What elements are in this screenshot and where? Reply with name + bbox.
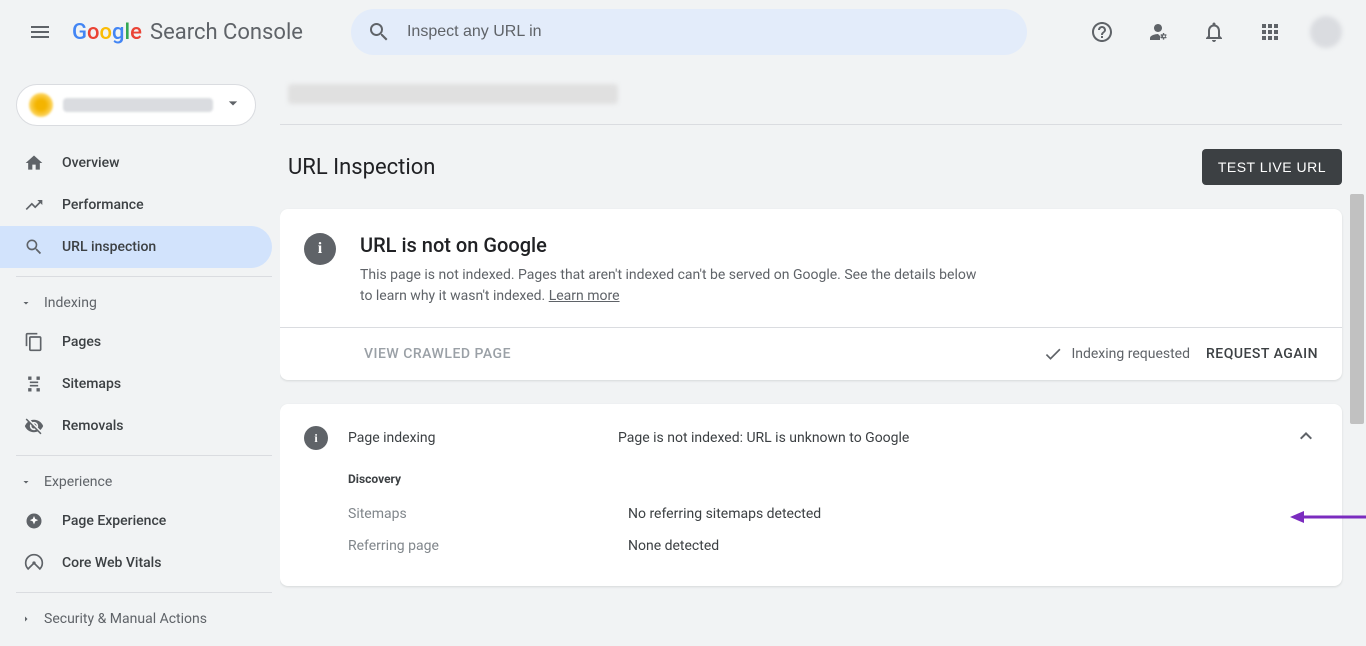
nav-label: Overview xyxy=(62,155,119,171)
search-icon xyxy=(367,20,391,44)
apps-icon xyxy=(1258,20,1282,44)
section-label: Page indexing xyxy=(348,430,598,446)
divider xyxy=(16,592,272,593)
sidebar-item-performance[interactable]: Performance xyxy=(0,184,272,226)
nav-label: Performance xyxy=(62,197,144,213)
nav-label: Page Experience xyxy=(62,513,166,529)
sidebar-section-security[interactable]: Security & Manual Actions xyxy=(0,601,272,637)
info-icon: i xyxy=(304,233,336,265)
sitemaps-row: Sitemaps No referring sitemaps detected xyxy=(348,506,1318,522)
discovery-details: Discovery Sitemaps No referring sitemaps… xyxy=(280,472,1342,586)
svg-text:Google: Google xyxy=(72,20,142,44)
search-icon xyxy=(24,237,44,257)
chevron-down-icon xyxy=(20,297,32,309)
status-title: URL is not on Google xyxy=(360,233,980,257)
info-icon: i xyxy=(304,426,328,450)
property-name-redacted xyxy=(63,98,213,112)
google-logo-icon: Google xyxy=(72,20,146,44)
search-bar[interactable] xyxy=(351,9,1027,55)
account-button[interactable] xyxy=(1302,8,1350,56)
page-indexing-header[interactable]: i Page indexing Page is not indexed: URL… xyxy=(280,404,1342,472)
nav-label: Core Web Vitals xyxy=(62,555,161,571)
sidebar-item-core-web-vitals[interactable]: Core Web Vitals xyxy=(0,542,272,584)
sidebar-item-page-experience[interactable]: Page Experience xyxy=(0,500,272,542)
status-card: i URL is not on Google This page is not … xyxy=(280,209,1342,380)
sitemap-icon xyxy=(24,374,44,394)
sidebar-section-indexing[interactable]: Indexing xyxy=(0,285,272,321)
logo[interactable]: Google Search Console xyxy=(72,20,303,45)
request-again-button[interactable]: REQUEST AGAIN xyxy=(1206,346,1318,362)
chevron-down-icon xyxy=(20,476,32,488)
sidebar-item-sitemaps[interactable]: Sitemaps xyxy=(0,363,272,405)
app-name: Search Console xyxy=(150,20,303,45)
avatar xyxy=(1310,16,1342,48)
scrollbar-thumb[interactable] xyxy=(1350,194,1364,424)
sidebar-section-experience[interactable]: Experience xyxy=(0,464,272,500)
detail-label: Referring page xyxy=(348,538,628,554)
collapse-button[interactable] xyxy=(1294,424,1318,452)
menu-button[interactable] xyxy=(16,8,64,56)
section-value: Page is not indexed: URL is unknown to G… xyxy=(618,430,1274,446)
detail-value: No referring sitemaps detected xyxy=(628,506,821,522)
discovery-heading: Discovery xyxy=(348,472,1318,486)
trending-icon xyxy=(24,195,44,215)
chevron-right-icon xyxy=(20,613,32,625)
sidebar: Overview Performance URL inspection Inde… xyxy=(0,64,280,646)
section-label: Experience xyxy=(44,474,112,490)
referring-page-row: Referring page None detected xyxy=(348,538,1318,554)
top-icons xyxy=(1078,8,1350,56)
breadcrumb xyxy=(280,64,1342,124)
users-button[interactable] xyxy=(1134,8,1182,56)
sidebar-item-overview[interactable]: Overview xyxy=(0,142,272,184)
chevron-up-icon xyxy=(1294,424,1318,448)
detail-label: Sitemaps xyxy=(348,506,628,522)
help-icon xyxy=(1090,20,1114,44)
nav-label: Removals xyxy=(62,418,124,434)
page-title: URL Inspection xyxy=(288,155,435,180)
separator xyxy=(280,124,1342,125)
visibility-off-icon xyxy=(24,416,44,436)
nav-label: Sitemaps xyxy=(62,376,121,392)
page-experience-icon xyxy=(24,511,44,531)
apps-button[interactable] xyxy=(1246,8,1294,56)
bell-icon xyxy=(1202,20,1226,44)
nav-label: Pages xyxy=(62,334,101,350)
sidebar-item-url-inspection[interactable]: URL inspection xyxy=(0,226,272,268)
sidebar-item-removals[interactable]: Removals xyxy=(0,405,272,447)
chevron-down-icon xyxy=(223,93,243,117)
test-live-url-button[interactable]: TEST LIVE URL xyxy=(1202,149,1342,185)
divider xyxy=(16,455,272,456)
page-header: URL Inspection TEST LIVE URL xyxy=(280,149,1342,209)
view-crawled-page-button[interactable]: VIEW CRAWLED PAGE xyxy=(364,346,511,362)
help-button[interactable] xyxy=(1078,8,1126,56)
speedometer-icon xyxy=(24,553,44,573)
learn-more-link[interactable]: Learn more xyxy=(549,288,620,304)
home-icon xyxy=(24,153,44,173)
section-label: Indexing xyxy=(44,295,97,311)
property-selector[interactable] xyxy=(16,84,256,126)
card-header: i URL is not on Google This page is not … xyxy=(280,209,1342,327)
main-content: URL Inspection TEST LIVE URL i URL is no… xyxy=(280,64,1366,646)
property-icon xyxy=(29,93,53,117)
status-description: This page is not indexed. Pages that are… xyxy=(360,265,980,307)
check-icon xyxy=(1043,344,1063,364)
notifications-button[interactable] xyxy=(1190,8,1238,56)
indexing-status: Indexing requested xyxy=(1043,344,1190,364)
person-gear-icon xyxy=(1146,20,1170,44)
breadcrumb-redacted xyxy=(288,84,618,104)
pages-icon xyxy=(24,332,44,352)
divider xyxy=(16,276,272,277)
page-indexing-card: i Page indexing Page is not indexed: URL… xyxy=(280,404,1342,586)
detail-value: None detected xyxy=(628,538,719,554)
scrollbar[interactable] xyxy=(1350,194,1366,646)
search-input[interactable] xyxy=(407,23,1011,41)
topbar: Google Search Console xyxy=(0,0,1366,64)
sidebar-item-pages[interactable]: Pages xyxy=(0,321,272,363)
nav-label: URL inspection xyxy=(62,239,156,255)
card-footer: VIEW CRAWLED PAGE Indexing requested REQ… xyxy=(280,327,1342,380)
section-label: Security & Manual Actions xyxy=(44,611,207,627)
